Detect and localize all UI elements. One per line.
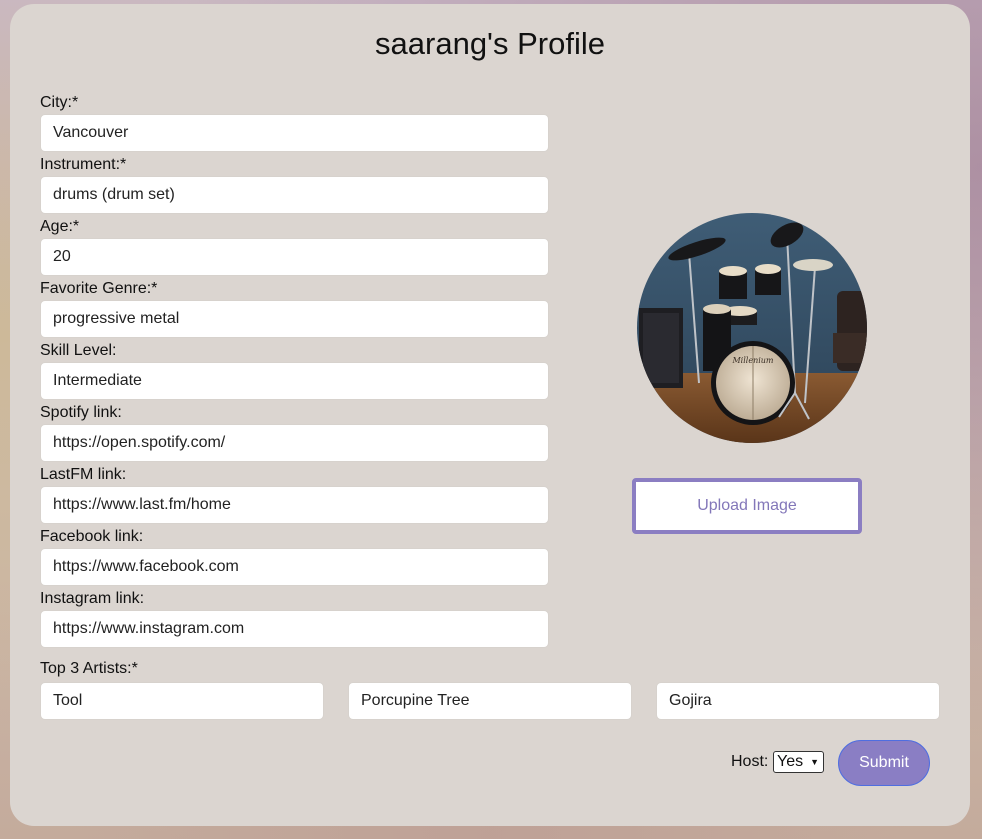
top-artists-label: Top 3 Artists:* [40, 660, 138, 677]
chevron-down-icon: ▼ [810, 757, 819, 767]
artist-input-3[interactable] [656, 682, 940, 720]
upload-image-button[interactable]: Upload Image [632, 478, 862, 534]
city-input[interactable] [40, 114, 549, 152]
city-label: City:* [40, 94, 79, 111]
instagram-link-label: Instagram link: [40, 590, 145, 607]
drum-kit-photo-icon: Millenium [637, 213, 867, 443]
submit-button[interactable]: Submit [838, 740, 930, 786]
spotify-link-label: Spotify link: [40, 404, 122, 421]
host-select[interactable]: Yes ▼ [773, 751, 824, 773]
skill-level-input[interactable] [40, 362, 549, 400]
age-label: Age:* [40, 218, 80, 235]
profile-image: Millenium [637, 213, 867, 443]
instrument-label: Instrument:* [40, 156, 127, 173]
host-label: Host: [731, 753, 769, 770]
page-title: saarang's Profile [375, 26, 605, 61]
artist-input-1[interactable] [40, 682, 324, 720]
favorite-genre-label: Favorite Genre:* [40, 280, 158, 297]
lastfm-link-label: LastFM link: [40, 466, 127, 483]
skill-level-label: Skill Level: [40, 342, 117, 359]
facebook-link-label: Facebook link: [40, 528, 144, 545]
instagram-link-input[interactable] [40, 610, 549, 648]
spotify-link-input[interactable] [40, 424, 549, 462]
favorite-genre-input[interactable] [40, 300, 549, 338]
artist-input-2[interactable] [348, 682, 632, 720]
age-input[interactable] [40, 238, 549, 276]
facebook-link-input[interactable] [40, 548, 549, 586]
profile-card: saarang's Profile City:* Instrument:* Ag… [10, 4, 970, 826]
host-select-value: Yes [777, 753, 804, 770]
instrument-input[interactable] [40, 176, 549, 214]
lastfm-link-input[interactable] [40, 486, 549, 524]
profile-fields: City:* Instrument:* Age:* Favorite Genre… [40, 92, 550, 650]
